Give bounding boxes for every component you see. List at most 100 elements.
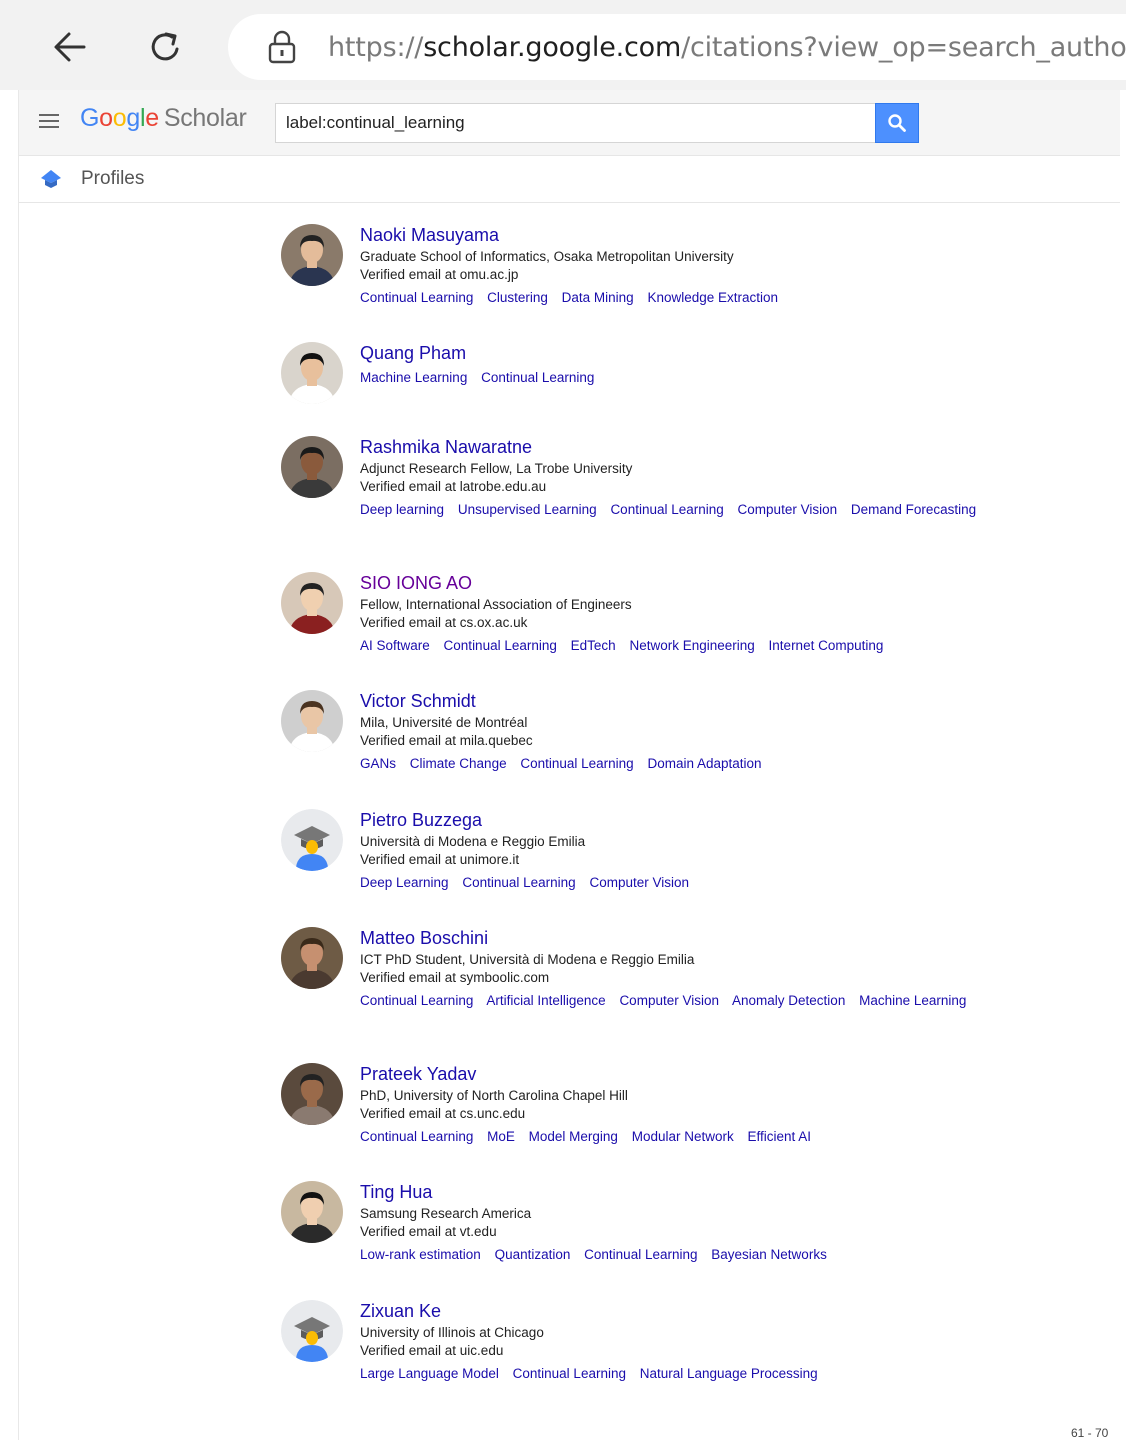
interest-link[interactable]: Continual Learning	[360, 993, 473, 1008]
profile-name-link[interactable]: SIO IONG AO	[360, 572, 1100, 594]
profile-verified-email: Verified email at latrobe.edu.au	[360, 479, 547, 494]
interest-link[interactable]: Data Mining	[562, 290, 634, 305]
profile-info: Quang Pham Machine Learning Continual Lea…	[360, 342, 1100, 387]
interest-link[interactable]: Unsupervised Learning	[458, 502, 597, 517]
interest-link[interactable]: Demand Forecasting	[851, 502, 976, 517]
profile-verified-email: Verified email at cs.unc.edu	[360, 1106, 526, 1121]
address-bar[interactable]: https://scholar.google.com/citations?vie…	[228, 14, 1126, 80]
interest-link[interactable]: Continual Learning	[444, 638, 557, 653]
profile-affiliation: Graduate School of Informatics, Osaka Me…	[360, 249, 734, 264]
default-avatar-icon[interactable]	[281, 809, 343, 871]
interest-link[interactable]: AI Software	[360, 638, 430, 653]
profile-photo[interactable]	[281, 224, 343, 286]
profile-photo[interactable]	[281, 690, 343, 752]
interest-link[interactable]: Large Language Model	[360, 1366, 499, 1381]
interest-link[interactable]: Efficient AI	[748, 1129, 812, 1144]
profiles-label[interactable]: Profiles	[81, 168, 144, 190]
interest-link[interactable]: Low-rank estimation	[360, 1247, 481, 1262]
interest-link[interactable]: Natural Language Processing	[640, 1366, 818, 1381]
interest-link[interactable]: Machine Learning	[859, 993, 966, 1008]
profile-verified-email: Verified email at mila.quebec	[360, 733, 533, 748]
default-avatar-icon[interactable]	[281, 1300, 343, 1362]
reload-icon	[151, 32, 179, 61]
profile-name-link[interactable]: Zixuan Ke	[360, 1300, 1100, 1322]
interest-link[interactable]: Continual Learning	[610, 502, 723, 517]
profile-info: Matteo Boschini ICT PhD Student, Universi…	[360, 927, 1100, 1010]
logo-letter: e	[145, 104, 159, 132]
url-text: https://scholar.google.com/citations?vie…	[328, 31, 1126, 63]
profile-photo[interactable]	[281, 572, 343, 634]
interest-link[interactable]: Network Engineering	[629, 638, 754, 653]
interest-link[interactable]: Anomaly Detection	[732, 993, 845, 1008]
interest-link[interactable]: Domain Adaptation	[647, 756, 761, 771]
interest-link[interactable]: Artificial Intelligence	[486, 993, 605, 1008]
interest-link[interactable]: Knowledge Extraction	[647, 290, 778, 305]
profile-name-link[interactable]: Matteo Boschini	[360, 927, 1100, 949]
scholar-cap-icon	[41, 170, 61, 188]
scholar-page: GoogleScholar Profiles Naoki Masuyama Gra…	[18, 90, 1120, 1440]
interest-link[interactable]: Quantization	[495, 1247, 571, 1262]
interest-link[interactable]: Clustering	[487, 290, 548, 305]
logo-letter: g	[126, 104, 140, 132]
profile-info: Naoki Masuyama Graduate School of Informa…	[360, 224, 1100, 307]
back-button[interactable]	[45, 22, 95, 72]
profile-name-link[interactable]: Pietro Buzzega	[360, 809, 1100, 831]
interest-link[interactable]: MoE	[487, 1129, 515, 1144]
interest-link[interactable]: Deep learning	[360, 502, 444, 517]
search-input[interactable]	[275, 103, 875, 143]
scholar-header: Google Scholar	[19, 90, 1120, 156]
interest-link[interactable]: Computer Vision	[738, 502, 838, 517]
interest-link[interactable]: Model Merging	[529, 1129, 618, 1144]
interest-link[interactable]: Internet Computing	[769, 638, 884, 653]
profile-name-link[interactable]: Prateek Yadav	[360, 1063, 1100, 1085]
interest-link[interactable]: Continual Learning	[462, 875, 575, 890]
profile-name-link[interactable]: Naoki Masuyama	[360, 224, 1100, 246]
profile-verified-email: Verified email at unimore.it	[360, 852, 520, 867]
profile-affiliation: PhD, University of North Carolina Chapel…	[360, 1088, 628, 1103]
interest-link[interactable]: Deep Learning	[360, 875, 449, 890]
interest-link[interactable]: Continual Learning	[360, 1129, 473, 1144]
interest-link[interactable]: Computer Vision	[619, 993, 719, 1008]
hamburger-menu-icon[interactable]	[39, 114, 59, 130]
profile-photo[interactable]	[281, 1063, 343, 1125]
interest-link[interactable]: Climate Change	[410, 756, 507, 771]
profile-photo[interactable]	[281, 927, 343, 989]
search-button[interactable]	[875, 103, 919, 143]
profile-photo[interactable]	[281, 342, 343, 404]
profile-interests: Large Language Model Continual Learning …	[360, 1365, 1100, 1383]
profile-verified-email: Verified email at omu.ac.jp	[360, 267, 519, 282]
logo-letter: G	[80, 104, 100, 132]
profile-interests: Continual Learning Clustering Data Minin…	[360, 289, 1100, 307]
interest-link[interactable]: Continual Learning	[584, 1247, 697, 1262]
interest-link[interactable]: Bayesian Networks	[711, 1247, 827, 1262]
profile-verified-email: Verified email at symboolic.com	[360, 970, 550, 985]
interest-link[interactable]: Continual Learning	[481, 370, 594, 385]
interest-link[interactable]: Computer Vision	[589, 875, 689, 890]
profile-name-link[interactable]: Rashmika Nawaratne	[360, 436, 1100, 458]
profile-photo[interactable]	[281, 1181, 343, 1243]
google-scholar-logo[interactable]: Google Scholar	[80, 104, 247, 133]
interest-link[interactable]: Continual Learning	[513, 1366, 626, 1381]
interest-link[interactable]: Modular Network	[632, 1129, 734, 1144]
interest-link[interactable]: EdTech	[571, 638, 616, 653]
profile-info: Rashmika Nawaratne Adjunct Research Fello…	[360, 436, 1100, 519]
profile-photo[interactable]	[281, 436, 343, 498]
profiles-nav: Profiles	[19, 156, 1120, 203]
profile-name-link[interactable]: Quang Pham	[360, 342, 1100, 364]
interest-link[interactable]: Continual Learning	[520, 756, 633, 771]
reload-button[interactable]	[140, 22, 190, 72]
profile-info: Prateek Yadav PhD, University of North Ca…	[360, 1063, 1100, 1146]
profile-interests: Continual Learning MoE Model Merging Mod…	[360, 1128, 1100, 1146]
profile-name-link[interactable]: Ting Hua	[360, 1181, 1100, 1203]
profile-affiliation: ICT PhD Student, Università di Modena e …	[360, 952, 695, 967]
interest-link[interactable]: Machine Learning	[360, 370, 467, 385]
interest-link[interactable]: GANs	[360, 756, 396, 771]
interest-link[interactable]: Continual Learning	[360, 290, 473, 305]
profile-info: SIO IONG AO Fellow, International Associa…	[360, 572, 1100, 655]
pagination-range: 61 - 70	[1071, 1426, 1109, 1440]
profile-info: Ting Hua Samsung Research America Verified…	[360, 1181, 1100, 1264]
profile-interests: Deep learning Unsupervised Learning Cont…	[360, 501, 1100, 519]
profile-verified-email: Verified email at uic.edu	[360, 1343, 504, 1358]
profile-affiliation: Fellow, International Association of Eng…	[360, 597, 632, 612]
profile-name-link[interactable]: Victor Schmidt	[360, 690, 1100, 712]
